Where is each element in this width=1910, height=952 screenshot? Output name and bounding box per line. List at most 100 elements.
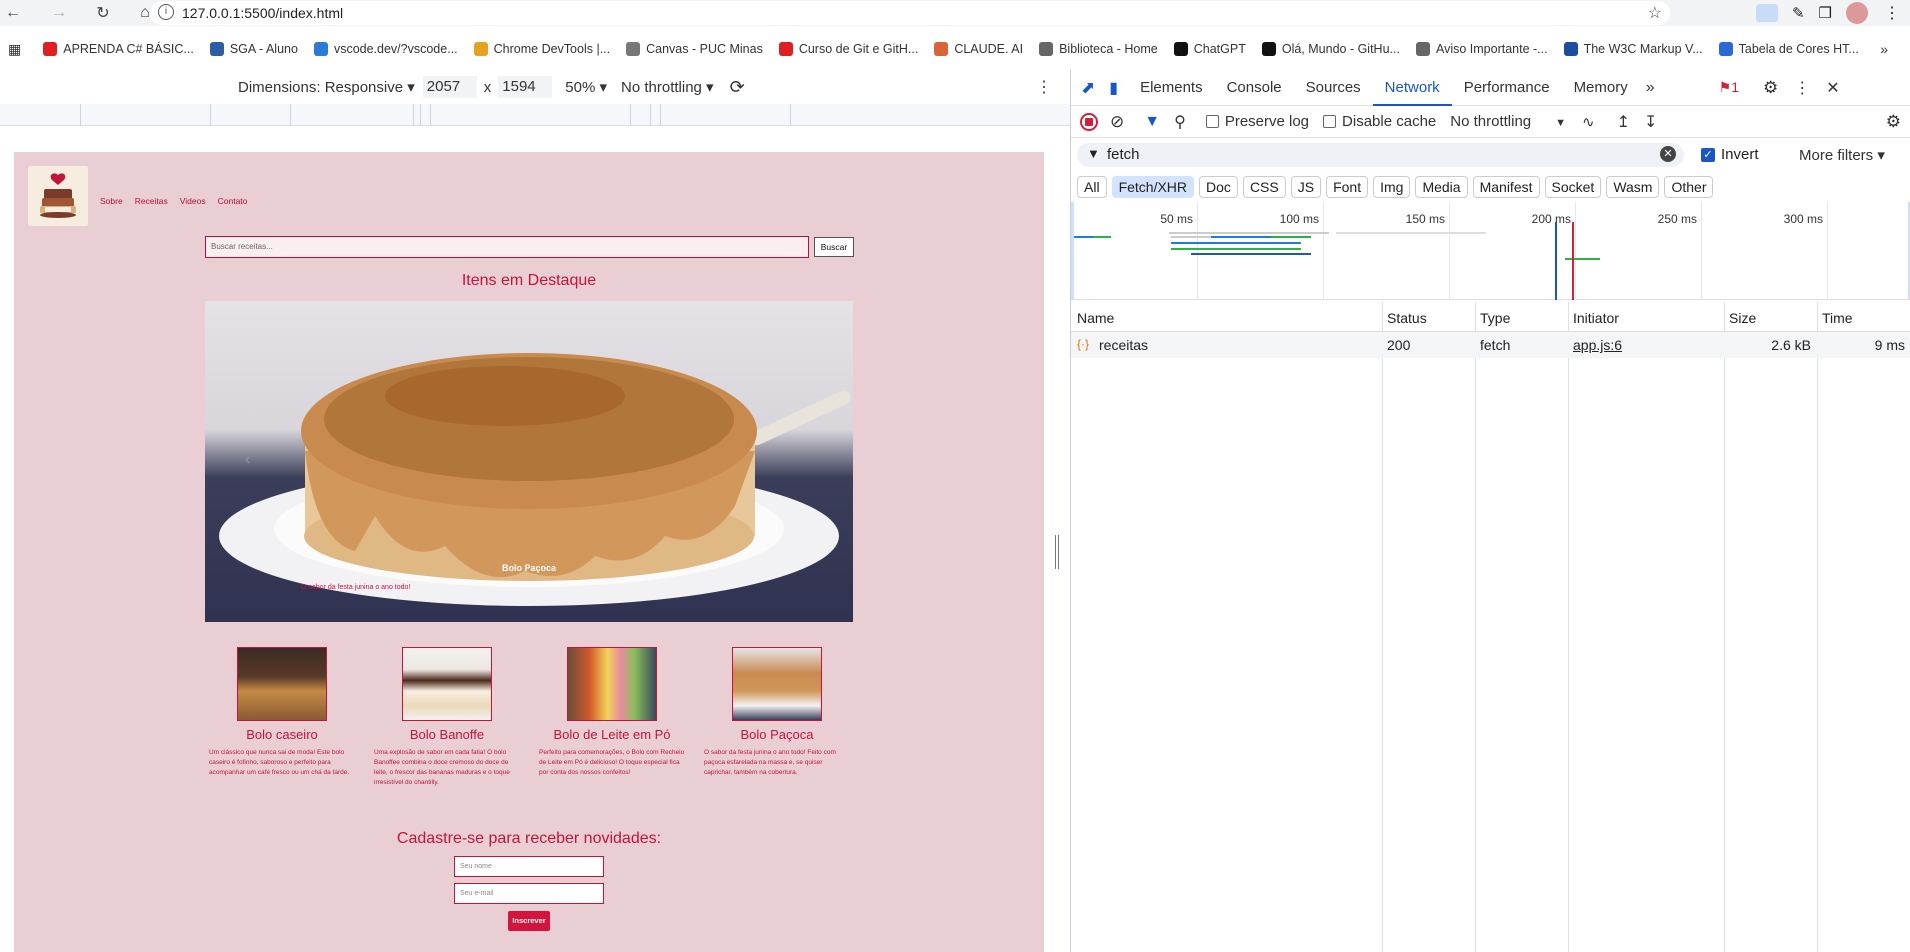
tab-memory[interactable]: Memory [1562, 70, 1640, 106]
nav-link-receitas[interactable]: Receitas [135, 196, 168, 206]
network-throttling-dropdown[interactable]: No throttling ▼ [1450, 113, 1566, 130]
type-filter-css[interactable]: CSS [1242, 176, 1286, 198]
address-bar[interactable]: i 127.0.0.1:5500/index.html ☆ [150, 1, 1670, 25]
recipe-search-input[interactable]: Buscar receitas... [205, 236, 809, 258]
bookmark-item[interactable]: SGA - Aluno [209, 42, 298, 56]
bookmark-item[interactable]: Tabela de Cores HT... [1718, 42, 1859, 56]
disable-cache-checkbox[interactable] [1323, 115, 1337, 128]
bookmark-item[interactable]: Biblioteca - Home [1039, 42, 1158, 56]
bookmark-item[interactable]: The W3C Markup V... [1563, 42, 1703, 56]
email-field[interactable]: Seu e-mail [454, 883, 604, 904]
extension-icon[interactable] [1755, 4, 1778, 22]
search-icon[interactable]: ⚲ [1174, 112, 1186, 132]
filter-icon[interactable]: ▼ [1144, 113, 1160, 131]
type-filter-fetch-xhr[interactable]: Fetch/XHR [1111, 176, 1195, 198]
bookmark-item[interactable]: Aviso Importante -... [1415, 42, 1548, 56]
dimensions-dropdown[interactable]: Dimensions: Responsive ▾ [238, 78, 415, 96]
device-toggle-icon[interactable]: ▮ [1109, 78, 1118, 98]
site-logo[interactable] [28, 166, 88, 226]
record-icon[interactable] [1080, 112, 1098, 131]
table-row[interactable]: {·} receitas 200 fetch app.js:6 2.6 kB 9… [1071, 332, 1910, 358]
tab-sources[interactable]: Sources [1294, 70, 1373, 106]
device-menu-icon[interactable]: ⋮ [1036, 77, 1052, 97]
profile-avatar[interactable] [1846, 2, 1868, 24]
nav-link-sobre[interactable]: Sobre [100, 196, 123, 206]
col-type-header[interactable]: Type [1480, 310, 1510, 326]
width-input[interactable]: 2057 [422, 76, 477, 98]
recipe-card[interactable]: Bolo Banoffe Uma explosão de sabor em ca… [372, 647, 522, 788]
bookmark-item[interactable]: Curso de Git e GitH... [778, 42, 918, 56]
filter-input[interactable]: ▼ fetch ✕ [1077, 143, 1684, 167]
type-filter-all[interactable]: All [1077, 176, 1107, 198]
carousel-prev-icon[interactable]: ‹ [245, 451, 250, 469]
bookmark-favicon-icon [1563, 42, 1578, 56]
export-har-icon[interactable]: ↧ [1644, 112, 1657, 132]
clear-filter-icon[interactable]: ✕ [1660, 146, 1676, 162]
preserve-log-checkbox[interactable] [1205, 115, 1219, 128]
bookmark-item[interactable]: Olá, Mundo - GitHu... [1261, 42, 1400, 56]
tab-network[interactable]: Network [1372, 70, 1452, 106]
network-conditions-icon[interactable]: ∿ [1582, 113, 1595, 131]
type-filter-other[interactable]: Other [1664, 176, 1714, 198]
inspect-element-icon[interactable]: ⬈ [1081, 78, 1095, 98]
bookmark-item[interactable]: Canvas - PUC Minas [626, 42, 763, 56]
col-name-header[interactable]: Name [1077, 310, 1114, 326]
search-button[interactable]: Buscar [814, 237, 854, 257]
import-har-icon[interactable]: ↥ [1617, 112, 1630, 132]
hero-carousel[interactable]: ‹ Bolo Paçoca O sabor da festa junina o … [205, 301, 853, 622]
type-filter-socket[interactable]: Socket [1544, 176, 1602, 198]
throttling-dropdown[interactable]: No throttling ▾ [621, 78, 714, 96]
zoom-dropdown[interactable]: 50% ▾ [565, 78, 607, 96]
bookmark-item[interactable]: APRENDA C# BÁSIC... [43, 42, 194, 56]
type-filter-doc[interactable]: Doc [1199, 176, 1238, 198]
bookmark-star-icon[interactable]: ☆ [1648, 3, 1662, 23]
tab-console[interactable]: Console [1215, 70, 1294, 106]
bookmark-item[interactable]: Chrome DevTools |... [473, 42, 610, 56]
recipe-card[interactable]: Bolo de Leite em Pó Perfeito para comemo… [537, 647, 687, 778]
chrome-menu-icon[interactable]: ⋮ [1884, 3, 1900, 23]
bookmark-item[interactable]: vscode.dev/?vscode... [313, 42, 458, 56]
col-size-header[interactable]: Size [1729, 310, 1756, 326]
bookmark-item[interactable]: ChatGPT [1173, 42, 1246, 56]
eyedropper-icon[interactable]: ✎ [1792, 4, 1805, 22]
settings-icon[interactable]: ⚙ [1763, 78, 1778, 98]
more-bookmarks-icon[interactable]: » [1880, 41, 1888, 57]
recipe-card-title: Bolo Paçoca [740, 727, 814, 742]
subscribe-button[interactable]: Inscrever [508, 911, 550, 931]
request-initiator-link[interactable]: app.js:6 [1573, 337, 1622, 353]
type-filter-js[interactable]: JS [1290, 176, 1322, 198]
col-time-header[interactable]: Time [1822, 310, 1853, 326]
height-input[interactable]: 1594 [498, 76, 553, 98]
type-filter-img[interactable]: Img [1373, 176, 1411, 198]
apps-icon[interactable]: ▦ [8, 41, 21, 58]
devtools-resize-handle[interactable] [1055, 535, 1059, 569]
more-filters-dropdown[interactable]: More filters ▾ [1799, 146, 1885, 164]
invert-checkbox[interactable]: ✓ [1701, 148, 1715, 162]
nav-link-videos[interactable]: Videos [180, 196, 206, 206]
issues-badge[interactable]: ⚑1 [1719, 79, 1739, 96]
type-filter-manifest[interactable]: Manifest [1472, 176, 1540, 198]
name-field[interactable]: Seu nome [454, 856, 604, 877]
type-filter-font[interactable]: Font [1326, 176, 1369, 198]
nav-link-contato[interactable]: Contato [218, 196, 248, 206]
bookmark-item[interactable]: CLAUDE. AI [934, 42, 1023, 56]
close-icon[interactable]: ✕ [1826, 78, 1839, 98]
recipe-card[interactable]: Bolo caseiro Um clássico que nunca sai d… [207, 647, 357, 778]
col-status-header[interactable]: Status [1387, 310, 1427, 326]
recipe-card[interactable]: Bolo Paçoca O sabor da festa junina o an… [702, 647, 852, 778]
tab-performance[interactable]: Performance [1452, 70, 1562, 106]
more-tabs-icon[interactable]: » [1646, 79, 1655, 97]
back-icon[interactable]: ← [0, 0, 26, 26]
rotate-icon[interactable]: ⟳ [730, 77, 745, 98]
puzzle-icon[interactable]: ❒ [1819, 4, 1832, 22]
type-filter-wasm[interactable]: Wasm [1606, 176, 1660, 198]
clear-icon[interactable]: ⊘ [1110, 112, 1124, 132]
devtools-menu-icon[interactable]: ⋮ [1794, 78, 1810, 98]
forward-icon[interactable]: → [46, 0, 72, 26]
reload-icon[interactable]: ↻ [90, 0, 116, 26]
type-filter-media[interactable]: Media [1415, 176, 1468, 198]
site-info-icon[interactable]: i [158, 4, 174, 20]
network-settings-icon[interactable]: ⚙ [1886, 112, 1901, 132]
tab-elements[interactable]: Elements [1128, 70, 1215, 106]
col-initiator-header[interactable]: Initiator [1573, 310, 1619, 326]
